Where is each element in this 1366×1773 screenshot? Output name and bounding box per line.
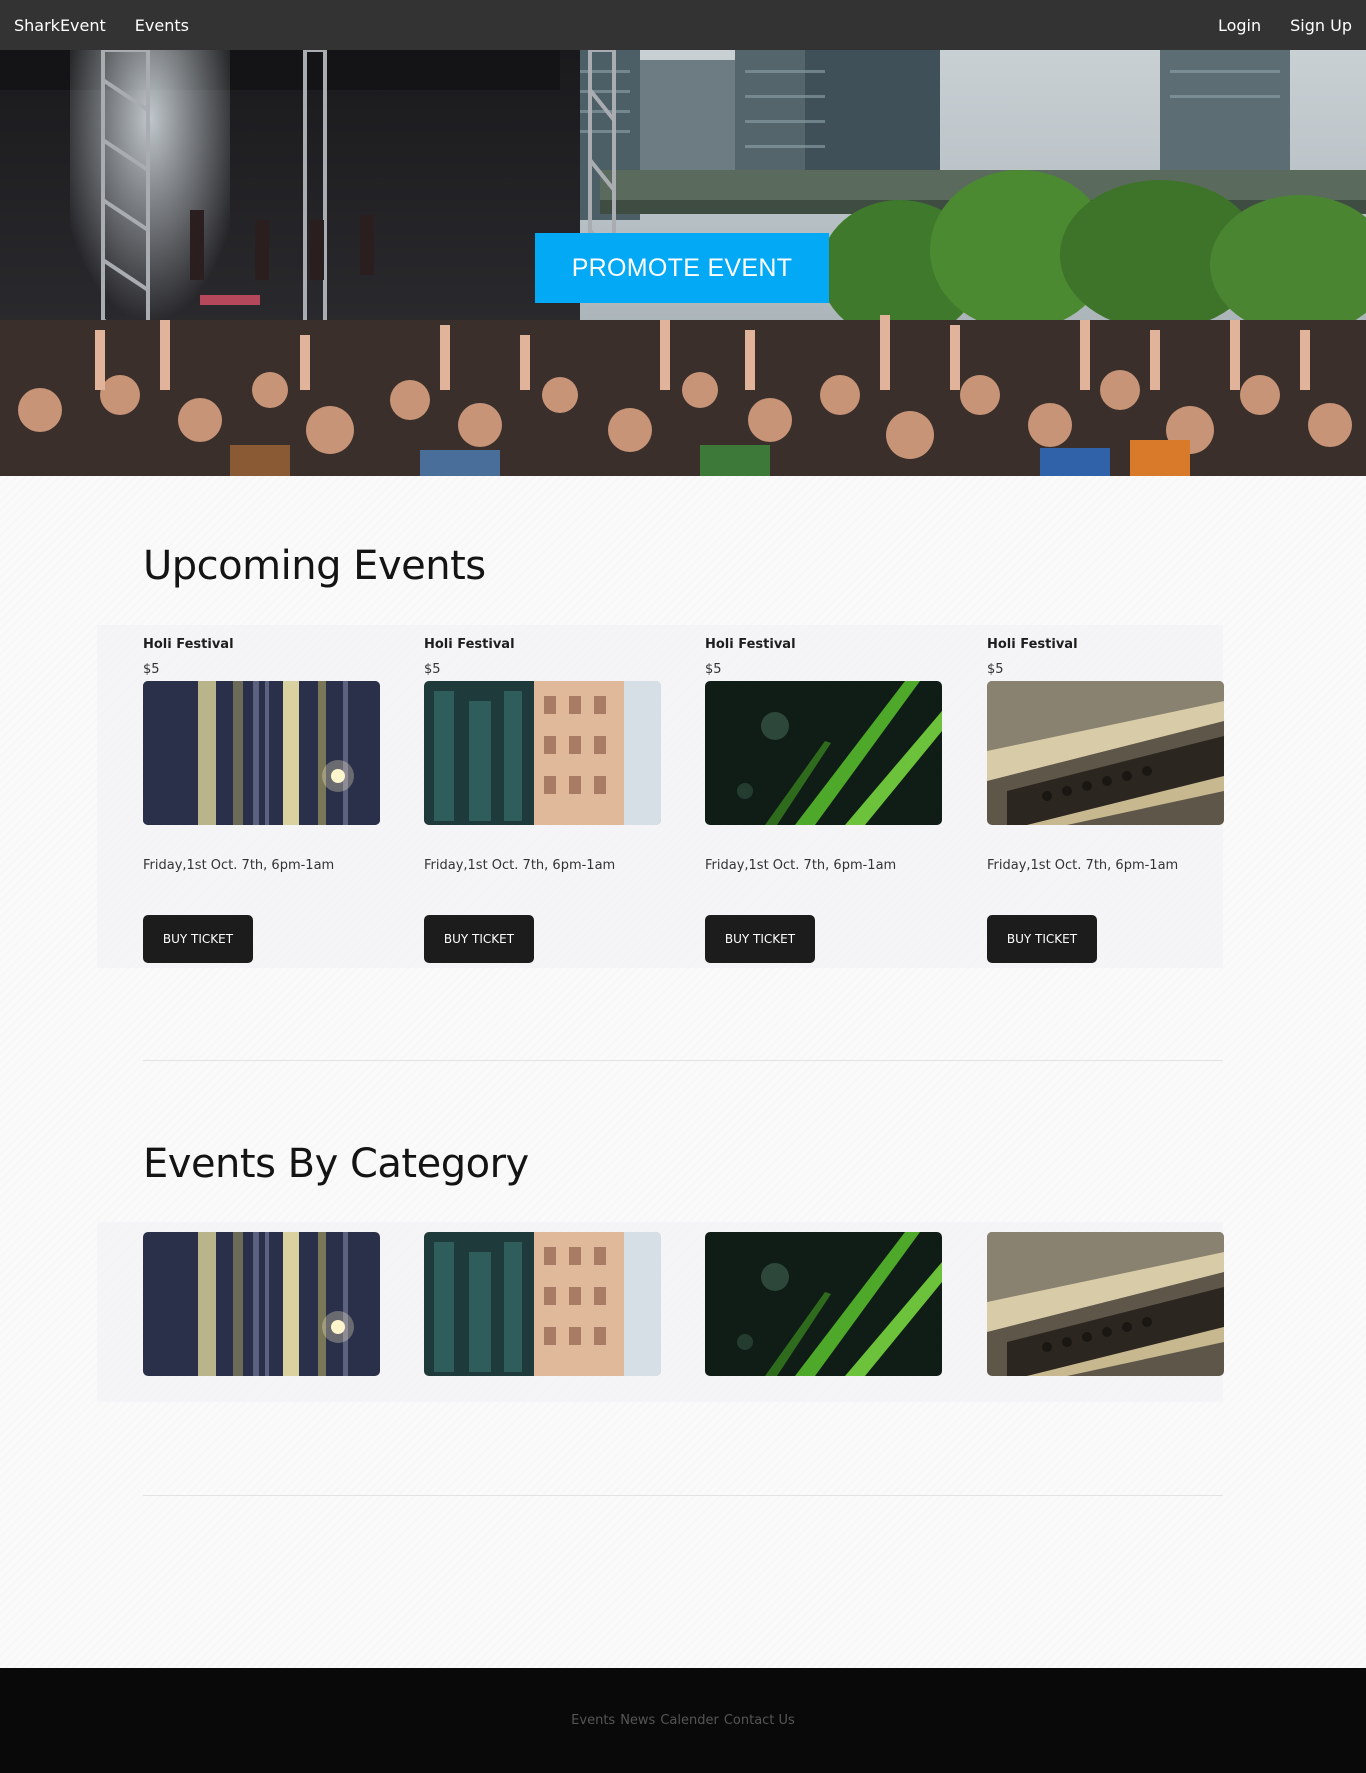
event-card: Holi Festival $5 Friday,1st Oct. 7th, 6p… <box>705 637 942 963</box>
hero-banner: PROMOTE EVENT <box>0 50 1366 476</box>
buy-ticket-button[interactable]: BUY TICKET <box>705 915 815 963</box>
event-title[interactable]: Holi Festival <box>424 637 661 657</box>
buy-ticket-button[interactable]: BUY TICKET <box>143 915 253 963</box>
footer-link-calender[interactable]: Calender <box>660 1713 719 1728</box>
footer: Events News Calender Contact Us <box>0 1668 1366 1773</box>
category-thumbnail-railway[interactable] <box>987 1232 1224 1376</box>
nav-left: SharkEvent Events <box>14 16 218 35</box>
event-price: $5 <box>143 662 160 677</box>
event-date: Friday,1st Oct. 7th, 6pm-1am <box>987 858 1179 873</box>
event-thumbnail-buildings[interactable] <box>424 681 661 825</box>
category-thumbnail-grass[interactable] <box>705 1232 942 1376</box>
event-date: Friday,1st Oct. 7th, 6pm-1am <box>424 858 616 873</box>
event-price: $5 <box>987 662 1004 677</box>
login-link[interactable]: Login <box>1218 16 1261 35</box>
buy-ticket-button[interactable]: BUY TICKET <box>987 915 1097 963</box>
section-divider <box>143 1495 1223 1496</box>
event-thumbnail-bridge[interactable] <box>143 681 380 825</box>
event-date: Friday,1st Oct. 7th, 6pm-1am <box>705 858 897 873</box>
category-thumbnail-buildings[interactable] <box>424 1232 661 1376</box>
events-by-category-heading: Events By Category <box>143 1141 529 1187</box>
event-price: $5 <box>424 662 441 677</box>
footer-link-contact[interactable]: Contact Us <box>724 1713 795 1728</box>
event-date: Friday,1st Oct. 7th, 6pm-1am <box>143 858 335 873</box>
footer-link-news[interactable]: News <box>620 1713 655 1728</box>
top-navbar: SharkEvent Events Login Sign Up <box>0 0 1366 50</box>
event-card: Holi Festival $5 Friday,1st Oct. 7th, 6p… <box>424 637 661 963</box>
footer-link-events[interactable]: Events <box>571 1713 615 1728</box>
event-thumbnail-grass[interactable] <box>705 681 942 825</box>
nav-right: Login Sign Up <box>1189 16 1352 35</box>
event-card: Holi Festival $5 Friday,1st Oct. 7th, 6p… <box>143 637 380 963</box>
promote-event-button[interactable]: PROMOTE EVENT <box>535 233 829 303</box>
event-price: $5 <box>705 662 722 677</box>
category-thumbnail-bridge[interactable] <box>143 1232 380 1376</box>
nav-events-link[interactable]: Events <box>135 16 189 35</box>
buy-ticket-button[interactable]: BUY TICKET <box>424 915 534 963</box>
event-title[interactable]: Holi Festival <box>705 637 942 657</box>
section-divider <box>143 1060 1223 1061</box>
event-thumbnail-railway[interactable] <box>987 681 1224 825</box>
event-title[interactable]: Holi Festival <box>987 637 1224 657</box>
footer-links: Events News Calender Contact Us <box>571 1713 795 1728</box>
event-title[interactable]: Holi Festival <box>143 637 380 657</box>
event-card: Holi Festival $5 Friday,1st Oct. 7th, 6p… <box>987 637 1224 963</box>
signup-link[interactable]: Sign Up <box>1290 16 1352 35</box>
brand-link[interactable]: SharkEvent <box>14 16 106 35</box>
upcoming-events-heading: Upcoming Events <box>143 543 486 589</box>
